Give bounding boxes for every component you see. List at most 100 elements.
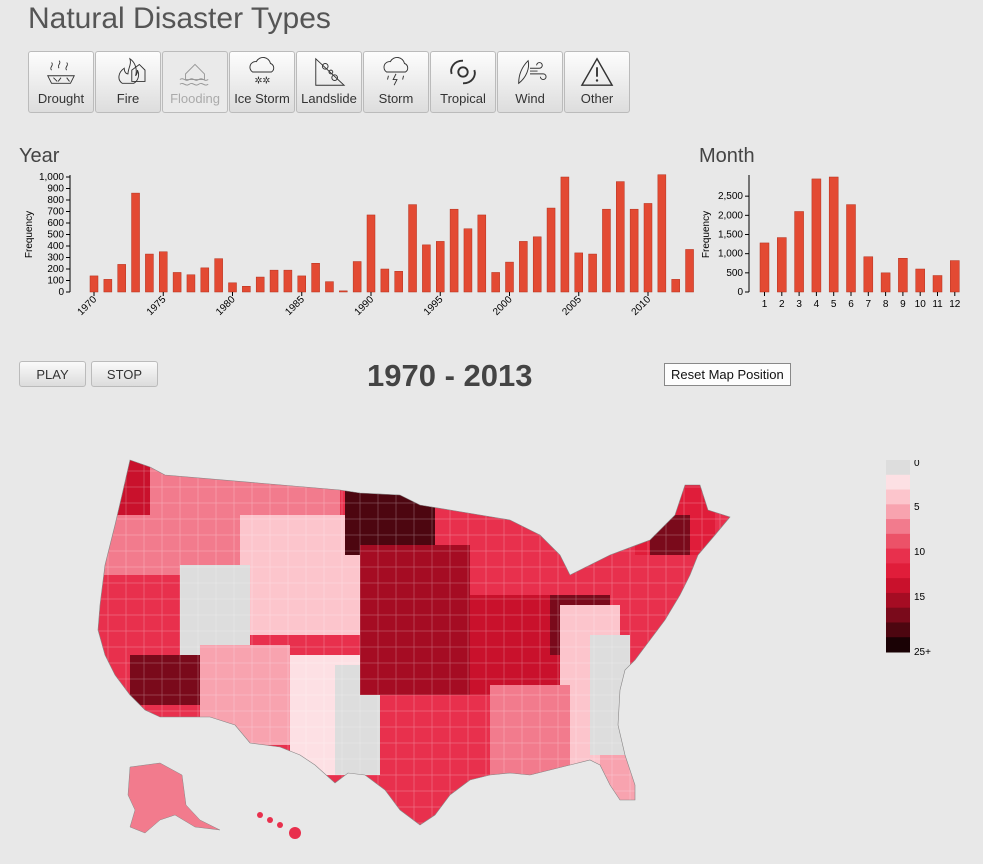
bar — [477, 214, 487, 293]
tool-label: Drought — [37, 91, 85, 106]
tool-other-button[interactable]: Other — [564, 51, 630, 113]
bar — [172, 272, 182, 293]
bar — [657, 174, 667, 293]
bar — [283, 269, 293, 293]
map-legend: 0 5 10 15 25+ — [886, 460, 931, 658]
y-tick-label: 200 — [47, 264, 64, 275]
legend-swatch — [886, 519, 910, 535]
bar — [200, 267, 210, 293]
legend-label: 0 — [914, 460, 920, 469]
bar — [255, 276, 265, 293]
play-button[interactable]: PLAY — [19, 361, 86, 387]
bar — [214, 258, 223, 293]
bar — [352, 261, 362, 293]
x-tick-label: 3 — [796, 299, 802, 310]
y-tick-label: 100 — [47, 276, 64, 287]
y-tick-label: 600 — [47, 218, 64, 229]
bar — [846, 204, 856, 293]
bar — [602, 208, 611, 293]
tool-drought-button[interactable]: Drought — [28, 51, 94, 113]
bar — [103, 279, 113, 293]
tool-flooding-button[interactable]: Flooding — [162, 51, 228, 113]
month-chart: 05001,0001,5002,0002,500Frequency1 2 3 4 5 6 7… — [701, 175, 961, 310]
legend-swatch — [886, 607, 910, 623]
y-axis-label: Frequency — [701, 211, 712, 258]
bar — [588, 253, 597, 293]
bar — [380, 268, 390, 293]
svg-text:✲✲: ✲✲ — [254, 75, 270, 86]
bar — [505, 261, 514, 293]
bar — [366, 214, 376, 293]
x-tick-label: 7 — [866, 299, 872, 310]
bar — [560, 176, 570, 293]
legend-label: 25+ — [914, 647, 931, 658]
tool-label: Fire — [116, 91, 140, 106]
x-tick-label: 1990 — [353, 294, 377, 318]
bar — [325, 281, 334, 293]
bar — [145, 253, 154, 293]
x-tick-label: 2000 — [491, 294, 515, 318]
bar — [463, 228, 473, 293]
bar — [685, 249, 694, 293]
bar — [546, 207, 556, 293]
y-tick-label: 900 — [47, 184, 64, 195]
flooding-icon — [179, 63, 209, 86]
bar — [297, 275, 306, 293]
wind-icon — [518, 59, 547, 85]
fire-icon — [118, 57, 146, 84]
ice-storm-icon: ✲✲ — [249, 56, 275, 86]
tool-tropical-button[interactable]: Tropical — [430, 51, 496, 113]
drought-icon — [47, 60, 75, 84]
bar — [339, 290, 348, 293]
legend-swatch — [886, 489, 910, 505]
y-tick-label: 1,000 — [39, 172, 64, 183]
x-tick-label: 1 — [762, 299, 768, 310]
legend-swatch — [886, 504, 910, 520]
bar — [159, 251, 168, 293]
disaster-type-toolbar: Drought Fire Flooding ✲✲ Ice Storm Landslide S… — [28, 51, 631, 113]
tool-wind-button[interactable]: Wind — [497, 51, 563, 113]
tool-landslide-button[interactable]: Landslide — [296, 51, 362, 113]
tool-label: Flooding — [170, 91, 220, 106]
x-tick-label: 2 — [779, 299, 785, 310]
x-tick-label: 2010 — [630, 294, 654, 318]
bar — [574, 252, 583, 293]
reset-map-position-button[interactable]: Reset Map Position — [664, 363, 791, 386]
bar — [898, 258, 908, 293]
bar — [616, 181, 625, 293]
x-tick-label: 11 — [932, 299, 943, 310]
stop-button[interactable]: STOP — [91, 361, 158, 387]
bar — [408, 204, 417, 293]
x-tick-label: 1975 — [145, 294, 169, 318]
bar — [643, 203, 653, 293]
bar — [131, 192, 140, 293]
bar — [242, 286, 251, 293]
legend-label: 10 — [914, 547, 926, 558]
legend-swatch — [886, 592, 910, 609]
x-tick-label: 10 — [915, 299, 927, 310]
x-tick-label: 12 — [949, 299, 961, 310]
tool-label: Other — [580, 91, 614, 106]
y-tick-label: 0 — [737, 287, 743, 298]
alaska-shape — [127, 762, 221, 834]
tool-label: Ice Storm — [234, 91, 290, 106]
page-title: Natural Disaster Types — [28, 2, 331, 35]
y-tick-label: 300 — [47, 253, 64, 264]
bar — [880, 272, 891, 293]
tool-fire-button[interactable]: Fire — [95, 51, 161, 113]
tool-storm-button[interactable]: Storm — [363, 51, 429, 113]
legend-swatch — [886, 622, 910, 638]
bar — [449, 208, 459, 293]
storm-icon — [383, 56, 409, 86]
legend-swatch — [886, 578, 910, 594]
tool-ice-storm-button[interactable]: ✲✲ Ice Storm — [229, 51, 295, 113]
tool-label: Tropical — [440, 91, 486, 106]
x-tick-label: 9 — [900, 299, 906, 310]
warning-icon — [580, 57, 614, 86]
y-tick-label: 700 — [47, 207, 64, 218]
bar — [394, 271, 403, 293]
bar — [828, 176, 839, 293]
us-county-map[interactable] — [90, 455, 740, 855]
bar — [186, 274, 196, 293]
y-tick-label: 1,500 — [718, 230, 743, 241]
